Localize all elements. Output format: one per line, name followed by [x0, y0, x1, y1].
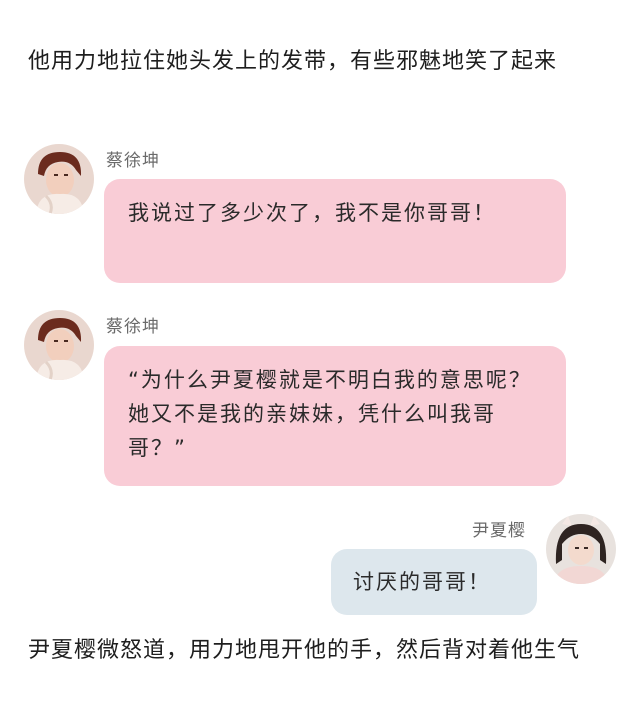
message-bubble[interactable]: 讨厌的哥哥！ — [331, 549, 537, 615]
sender-name: 尹夏樱 — [472, 521, 526, 541]
narration-top: 他用力地拉住她头发上的发带，有些邪魅地笑了起来 — [28, 49, 558, 74]
boy-avatar-icon — [24, 144, 94, 214]
narration-bottom: 尹夏樱微怒道，用力地甩开他的手，然后背对着他生气 — [28, 638, 581, 663]
sender-avatar-icon[interactable] — [24, 144, 94, 214]
boy-avatar-icon — [24, 310, 94, 380]
sender-avatar-icon[interactable] — [24, 310, 94, 380]
girl-avatar-icon — [546, 514, 616, 584]
sender-avatar-icon[interactable] — [546, 514, 616, 584]
sender-name: 蔡徐坤 — [106, 317, 160, 337]
sender-name: 蔡徐坤 — [106, 151, 160, 171]
message-bubble[interactable]: “为什么尹夏樱就是不明白我的意思呢？她又不是我的亲妹妹，凭什么叫我哥哥？” — [104, 346, 566, 486]
message-bubble[interactable]: 我说过了多少次了，我不是你哥哥！ — [104, 179, 566, 283]
